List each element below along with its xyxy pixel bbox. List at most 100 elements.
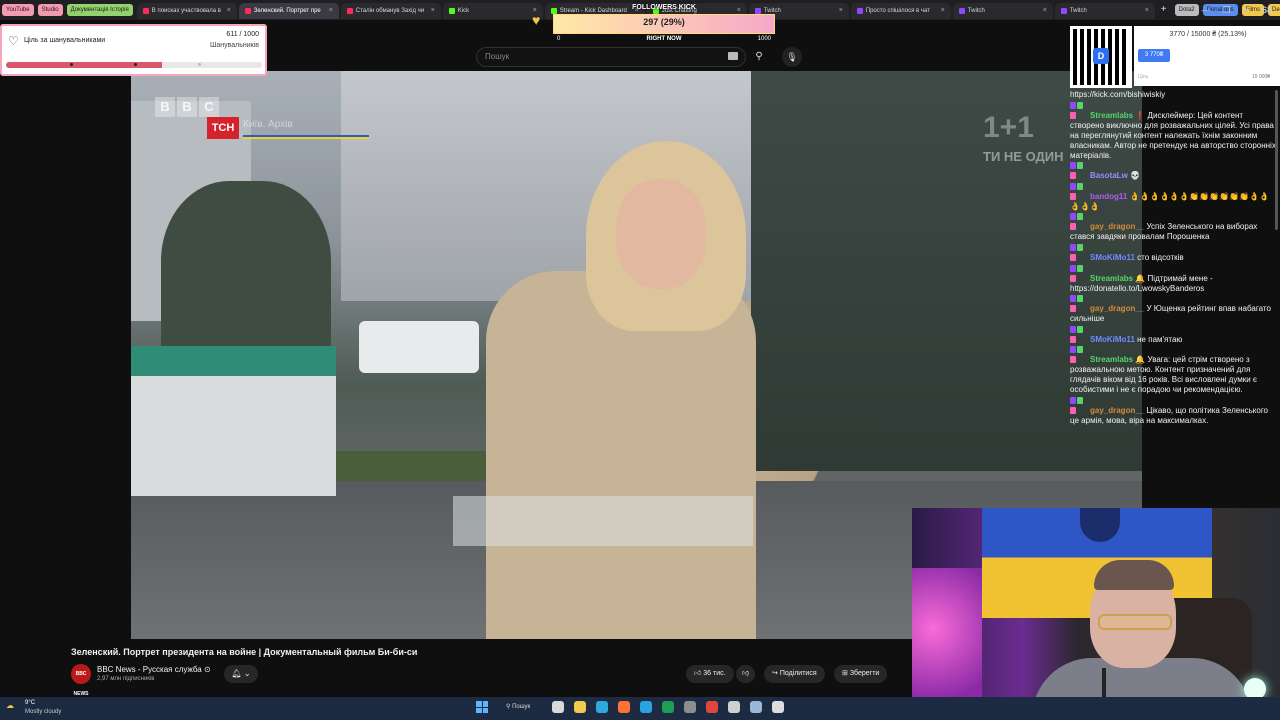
goal-progress-bar bbox=[6, 62, 262, 68]
weather-icon[interactable]: ☁ bbox=[6, 701, 14, 710]
user-badges bbox=[1070, 162, 1090, 180]
bell-icon: 🔔︎ ⌄ bbox=[231, 669, 251, 678]
tab-title: В поисках участвовала в bbox=[151, 8, 221, 14]
goal-progress-fill bbox=[6, 62, 163, 68]
follower-goal-widget: ♡ Ціль за шанувальниками 611 / 1000 Шану… bbox=[0, 24, 267, 76]
task-view-icon[interactable] bbox=[552, 701, 564, 713]
browser-tab[interactable]: Сталін обманув Захід чи × bbox=[340, 3, 441, 19]
chrome-icon[interactable] bbox=[706, 701, 718, 713]
browser-tab[interactable]: Twitch × bbox=[952, 3, 1053, 19]
share-icon: ↪ bbox=[772, 670, 780, 677]
chat-username: gay_dragon__ bbox=[1090, 304, 1145, 314]
chat-scrollbar[interactable] bbox=[1275, 90, 1278, 230]
chat-text: https://kick.com/bishiwiskiy bbox=[1070, 90, 1166, 99]
followers-kick-now: RIGHT NOW bbox=[646, 36, 682, 42]
dislike-button[interactable]: 👎︎ bbox=[736, 665, 756, 683]
tsn-caption: Київ. Архів bbox=[243, 119, 293, 130]
notification-bell-button[interactable]: 🔔︎ ⌄ bbox=[224, 665, 258, 683]
windows-start-icon[interactable] bbox=[476, 701, 488, 713]
firefox-icon[interactable] bbox=[618, 701, 630, 713]
share-label: Поділитися bbox=[779, 670, 817, 677]
heart-icon: ♡ bbox=[8, 34, 19, 48]
browser-tab[interactable]: Зеленский. Портрет пре × bbox=[238, 3, 339, 19]
followers-kick-max: 1000 bbox=[757, 36, 771, 42]
telegram-icon[interactable] bbox=[640, 701, 652, 713]
like-count: 36 тис. bbox=[703, 670, 726, 677]
app-icon[interactable] bbox=[684, 701, 696, 713]
browser-tab[interactable]: Просто спішілося в чат × bbox=[850, 3, 951, 19]
goal-title: Ціль за шанувальниками bbox=[24, 37, 106, 44]
white-van bbox=[359, 321, 479, 373]
bbc-watermark: B B C bbox=[155, 97, 219, 117]
like-button[interactable]: 👍︎ 36 тис. bbox=[686, 665, 734, 683]
bookmark-chip[interactable]: Документація Історія bbox=[66, 4, 133, 16]
user-badges bbox=[1070, 396, 1090, 414]
chat-message: BasotaLw 💀 bbox=[1070, 162, 1278, 181]
weather-description[interactable]: Mostly cloudy bbox=[25, 709, 61, 715]
followers-kick-widget: FOLLOWERS KICK 297 (29%) 0 RIGHT NOW 100… bbox=[553, 4, 775, 44]
user-badges bbox=[1070, 264, 1090, 282]
bookmark-chip[interactable]: YouTube bbox=[2, 4, 34, 16]
streamer-glasses bbox=[1098, 614, 1172, 630]
goal-subtitle: Шанувальників bbox=[209, 42, 259, 49]
chat-text: не пам'ятаю bbox=[1137, 334, 1183, 344]
tab-title: Зеленский. Портрет пре bbox=[253, 8, 321, 14]
close-icon[interactable]: × bbox=[1043, 3, 1047, 19]
browser-tab[interactable]: Twitch × bbox=[1054, 3, 1155, 19]
search-input[interactable]: Пошук bbox=[476, 47, 746, 67]
donation-amount: 3 770₴ bbox=[1138, 49, 1170, 62]
edge-icon[interactable] bbox=[596, 701, 608, 713]
close-icon[interactable]: × bbox=[1145, 3, 1149, 19]
chat-username: BasotaLw bbox=[1090, 171, 1128, 181]
close-window-icon[interactable]: ✕ bbox=[1242, 5, 1250, 16]
chat-username: Streamlabs bbox=[1090, 355, 1134, 365]
chat-username: Streamlabs bbox=[1090, 110, 1134, 120]
chat-message: SMoKiMo11 не пам'ятаю bbox=[1070, 325, 1278, 345]
tab-favicon-icon bbox=[856, 8, 863, 14]
microphone-icon[interactable]: 🎙 bbox=[782, 47, 802, 67]
streamer-hair bbox=[1094, 560, 1174, 590]
share-button[interactable]: ↪ Поділитися bbox=[764, 665, 825, 683]
minimize-icon[interactable]: — bbox=[1201, 5, 1210, 15]
chat-message: gay_dragon__ Цікаво, що політика Зеленсь… bbox=[1070, 396, 1278, 426]
search-icon[interactable]: ⚲ bbox=[748, 47, 770, 67]
excel-icon[interactable] bbox=[662, 701, 674, 713]
progress-tick bbox=[198, 63, 201, 66]
weather-temperature[interactable]: 9°C bbox=[25, 700, 35, 706]
bbc-letter: B bbox=[177, 97, 197, 117]
taskbar-search[interactable]: ⚲ Пошук bbox=[500, 700, 540, 714]
save-button[interactable]: ⊞ Зберегти bbox=[834, 665, 888, 683]
1plus1-watermark: 1+1 bbox=[983, 111, 1034, 144]
followers-kick-value: 297 (29%) bbox=[643, 17, 685, 27]
close-icon[interactable]: × bbox=[941, 3, 945, 19]
channel-name[interactable]: BBC News - Русская служба ⊙ bbox=[97, 665, 211, 674]
keyboard-icon[interactable] bbox=[728, 52, 738, 60]
close-icon[interactable]: × bbox=[839, 3, 843, 19]
browser-tab[interactable]: В поисках участвовала в × bbox=[136, 3, 237, 19]
new-tab-button[interactable]: + bbox=[1157, 4, 1171, 16]
tab-favicon-icon bbox=[244, 8, 251, 14]
obs-icon[interactable] bbox=[772, 701, 784, 713]
user-badges bbox=[1070, 325, 1090, 343]
close-icon[interactable]: × bbox=[227, 3, 231, 19]
steam-icon[interactable] bbox=[750, 701, 762, 713]
chat-message: gay_dragon__ Успіх Зеленського на вибора… bbox=[1070, 213, 1278, 242]
settings-icon[interactable] bbox=[728, 701, 740, 713]
tab-title: Twitch bbox=[1069, 8, 1087, 14]
bookmark-chip[interactable]: Dota2 bbox=[1174, 4, 1199, 16]
file-explorer-icon[interactable] bbox=[574, 701, 586, 713]
maximize-icon[interactable]: ❐ bbox=[1222, 5, 1230, 16]
bookmark-chip[interactable]: Studio bbox=[37, 4, 63, 16]
donation-min-label: Ціль bbox=[1138, 74, 1149, 80]
browser-tab[interactable]: Kick × bbox=[442, 3, 543, 19]
tab-favicon-icon bbox=[142, 8, 149, 14]
channel-avatar[interactable]: BBC NEWS bbox=[71, 664, 91, 697]
profile-badge[interactable]: 68 bbox=[1262, 5, 1272, 15]
close-icon[interactable]: × bbox=[431, 3, 435, 19]
user-badges bbox=[1070, 213, 1090, 231]
close-icon[interactable]: × bbox=[329, 3, 333, 19]
green-tent bbox=[131, 346, 336, 496]
progress-tick bbox=[134, 63, 137, 66]
webcam-feed bbox=[912, 508, 1280, 720]
chat-message: Streamlabs 🔔 Підтримай мене - https://do… bbox=[1070, 264, 1278, 294]
